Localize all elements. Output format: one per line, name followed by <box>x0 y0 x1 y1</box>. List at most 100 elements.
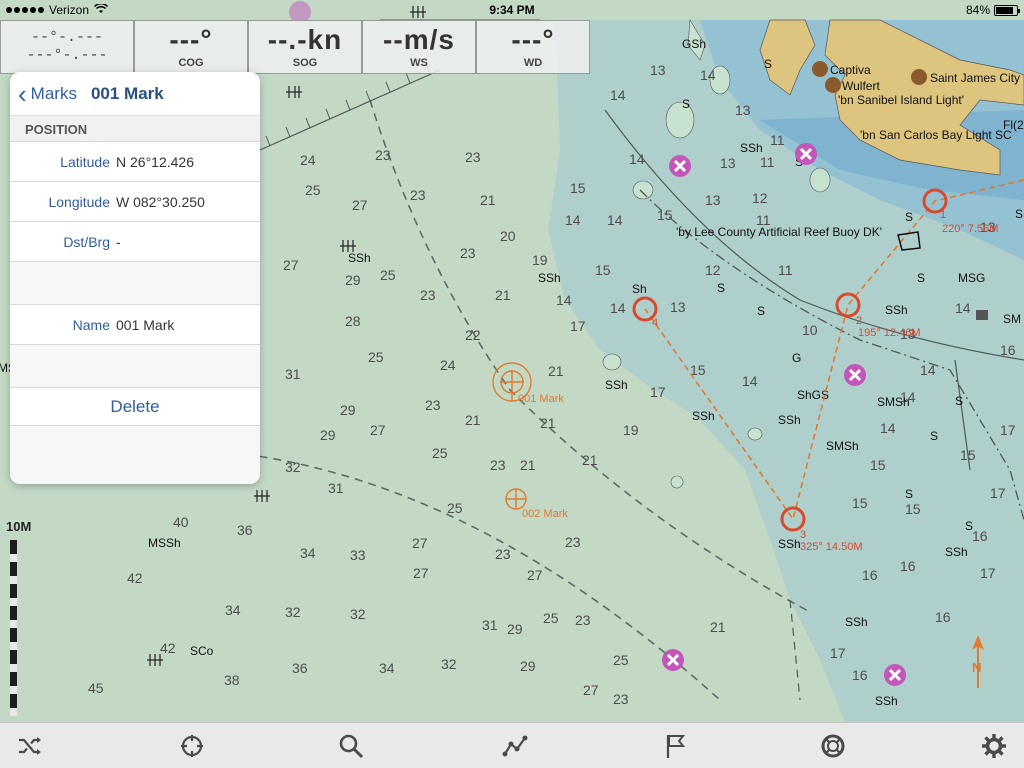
svg-text:14: 14 <box>610 300 626 316</box>
back-button[interactable]: ‹ Marks <box>18 81 77 107</box>
svg-text:21: 21 <box>582 452 598 468</box>
svg-text:25: 25 <box>613 652 629 668</box>
svg-text:20: 20 <box>500 228 516 244</box>
svg-text:15: 15 <box>870 457 886 473</box>
svg-text:25: 25 <box>447 500 463 516</box>
svg-text:SCo: SCo <box>190 644 214 658</box>
dstbrg-value: - <box>116 233 121 250</box>
svg-text:G: G <box>792 351 801 365</box>
latitude-row[interactable]: Latitude N 26°12.426 <box>10 142 260 182</box>
svg-text:'bn Sanibel Island Light': 'bn Sanibel Island Light' <box>838 93 964 107</box>
svg-text:15: 15 <box>570 180 586 196</box>
battery-group: 84% <box>966 3 1020 17</box>
svg-text:14: 14 <box>607 212 623 228</box>
svg-text:21: 21 <box>548 363 564 379</box>
svg-text:36: 36 <box>237 522 253 538</box>
svg-text:23: 23 <box>375 147 391 163</box>
longitude-row[interactable]: Longitude W 082°30.250 <box>10 182 260 222</box>
clock: 9:34 PM <box>489 3 535 17</box>
name-value[interactable]: 001 Mark <box>116 317 174 333</box>
svg-text:'by Lee County Artificial Reef: 'by Lee County Artificial Reef Buoy DK' <box>676 225 882 239</box>
status-bar: Verizon 9:34 PM 84% <box>0 0 1024 20</box>
svg-text:002 Mark: 002 Mark <box>522 508 568 520</box>
svg-text:14: 14 <box>565 212 581 228</box>
svg-text:22: 22 <box>465 327 481 343</box>
latitude-value[interactable]: N 26°12.426 <box>116 154 194 170</box>
svg-text:23: 23 <box>575 612 591 628</box>
svg-text:29: 29 <box>345 272 361 288</box>
svg-text:38: 38 <box>224 672 240 688</box>
wd-instrument[interactable]: ---° WD <box>476 20 590 74</box>
lifebuoy-icon[interactable] <box>818 731 848 761</box>
svg-text:2: 2 <box>856 315 862 327</box>
latitude-label: Latitude <box>60 153 110 170</box>
svg-text:S: S <box>764 57 772 71</box>
name-row[interactable]: Name 001 Mark <box>10 305 260 345</box>
mark-details-popover: ‹ Marks 001 Mark POSITION Latitude N 26°… <box>10 72 260 484</box>
svg-text:SSh: SSh <box>875 694 898 708</box>
svg-text:23: 23 <box>613 691 629 707</box>
name-label: Name <box>72 316 110 333</box>
svg-text:S: S <box>757 304 765 318</box>
ws-label: WS <box>410 57 428 69</box>
svg-text:S: S <box>930 429 938 443</box>
longitude-value[interactable]: W 082°30.250 <box>116 194 205 210</box>
svg-text:21: 21 <box>540 415 556 431</box>
svg-text:27: 27 <box>527 567 543 583</box>
sog-label: SOG <box>292 57 318 69</box>
svg-text:SSh: SSh <box>945 545 968 559</box>
delete-button[interactable]: Delete <box>10 388 260 426</box>
svg-text:25: 25 <box>543 610 559 626</box>
svg-text:15: 15 <box>657 207 673 223</box>
wd-value: ---° <box>511 24 555 55</box>
cog-value: ---° <box>169 24 213 55</box>
position-instrument[interactable]: --°-.--- ---°-.--- <box>0 20 134 74</box>
svg-text:29: 29 <box>320 427 336 443</box>
svg-text:S: S <box>905 210 913 224</box>
svg-text:S: S <box>1015 207 1023 221</box>
svg-text:SMSh: SMSh <box>877 395 910 409</box>
svg-text:16: 16 <box>1000 342 1016 358</box>
svg-text:17: 17 <box>650 384 666 400</box>
svg-text:S: S <box>965 519 973 533</box>
ws-instrument[interactable]: --m/s WS <box>362 20 476 74</box>
bottom-toolbar <box>0 722 1024 768</box>
spacer-row <box>10 345 260 388</box>
svg-text:19: 19 <box>623 422 639 438</box>
svg-text:27: 27 <box>413 565 429 581</box>
crosshair-icon[interactable] <box>177 731 207 761</box>
svg-text:220° 7.56M: 220° 7.56M <box>942 223 998 235</box>
cog-instrument[interactable]: ---° COG <box>134 20 248 74</box>
svg-text:34: 34 <box>225 602 241 618</box>
svg-text:S: S <box>682 97 690 111</box>
scale-bar <box>10 540 17 716</box>
sog-instrument[interactable]: --.-kn SOG <box>248 20 362 74</box>
svg-text:14: 14 <box>880 420 896 436</box>
svg-text:17: 17 <box>1000 422 1016 438</box>
svg-text:14: 14 <box>920 362 936 378</box>
svg-text:'bn San Carlos Bay Light SC: 'bn San Carlos Bay Light SC <box>860 128 1012 142</box>
svg-text:13: 13 <box>735 102 751 118</box>
popover-header: ‹ Marks 001 Mark <box>10 72 260 116</box>
svg-text:14: 14 <box>700 67 716 83</box>
svg-text:17: 17 <box>570 318 586 334</box>
route-icon[interactable] <box>500 731 530 761</box>
svg-text:24: 24 <box>300 152 316 168</box>
shuffle-icon[interactable] <box>15 731 45 761</box>
flag-icon[interactable] <box>660 731 690 761</box>
svg-text:19: 19 <box>532 252 548 268</box>
gear-icon[interactable] <box>979 731 1009 761</box>
svg-text:11: 11 <box>770 132 785 148</box>
popover-title: 001 Mark <box>90 83 164 103</box>
search-icon[interactable] <box>336 731 366 761</box>
svg-text:45: 45 <box>88 680 104 696</box>
svg-text:325° 14.50M: 325° 14.50M <box>800 541 863 553</box>
svg-text:42: 42 <box>127 570 143 586</box>
svg-text:31: 31 <box>328 480 344 496</box>
svg-text:23: 23 <box>420 287 436 303</box>
svg-text:17: 17 <box>980 565 996 581</box>
wd-label: WD <box>523 57 543 69</box>
svg-text:16: 16 <box>900 558 916 574</box>
svg-text:25: 25 <box>432 445 448 461</box>
svg-text:31: 31 <box>285 366 301 382</box>
